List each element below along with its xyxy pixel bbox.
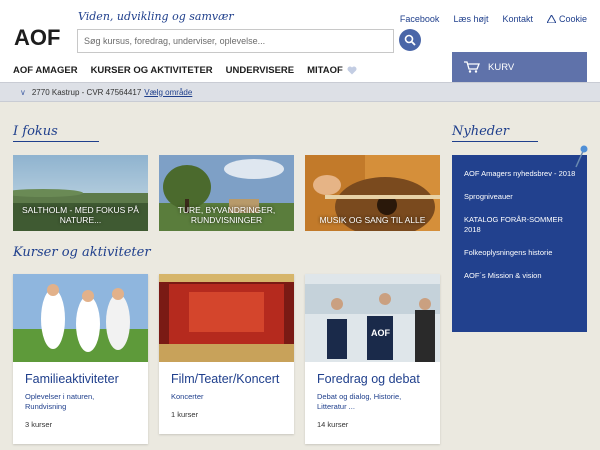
news-underline — [452, 141, 538, 142]
nav-aof-amager[interactable]: AOF AMAGER — [13, 65, 78, 76]
focus-tile-saltholm[interactable]: SALTHOLM - MED FOKUS PÅ NATURE... — [13, 155, 148, 231]
course-card-film-teater-koncert[interactable]: Film/Teater/Koncert Koncerter 1 kurser — [159, 274, 294, 434]
focus-underline — [13, 141, 99, 142]
focus-tile-musik[interactable]: MUSIK OG SANG TIL ALLE — [305, 155, 440, 231]
contact-link[interactable]: Kontakt — [502, 14, 533, 24]
site-header: AOF Viden, udvikling og samvær Facebook … — [0, 0, 600, 82]
search-button[interactable] — [399, 29, 421, 51]
course-card-foredrag-og-debat[interactable]: AOF Foredrag og debat Debat og dialog, H… — [305, 274, 440, 444]
heart-icon — [347, 66, 357, 75]
location-bar: ∨ 2770 Kastrup - CVR 47564417 Vælg områd… — [0, 82, 600, 102]
focus-tile-label: SALTHOLM - MED FOKUS PÅ NATURE... — [22, 205, 139, 225]
choose-area-link[interactable]: Vælg område — [144, 88, 192, 97]
focus-heading: I fokus — [13, 124, 58, 139]
svg-text:AOF: AOF — [14, 26, 60, 48]
focus-tile-label: TURE, BYVANDRINGER, RUNDVISNINGER — [177, 205, 276, 225]
news-item[interactable]: Folkeoplysningens historie — [452, 248, 587, 258]
chevron-down-icon[interactable]: ∨ — [20, 88, 26, 97]
facebook-link[interactable]: Facebook — [400, 14, 440, 24]
card-count: 14 kurser — [317, 420, 349, 429]
nav-undervisere[interactable]: UNDERVISERE — [226, 65, 294, 76]
card-description: Koncerter — [171, 392, 204, 401]
news-item[interactable]: KATALOG FORÅR-SOMMER 2018 — [452, 215, 587, 235]
read-aloud-link[interactable]: Læs højt — [453, 14, 488, 24]
card-title[interactable]: Foredrag og debat — [317, 372, 440, 386]
courses-heading: Kurser og aktiviteter — [13, 245, 151, 260]
cart-button[interactable]: KURV — [452, 52, 587, 82]
nav-kurser-og-aktiviteter[interactable]: KURSER OG AKTIVITETER — [91, 65, 213, 76]
cookie-label: Cookie — [558, 14, 587, 24]
news-item[interactable]: Sprogniveauer — [452, 192, 587, 202]
svg-text:AOF: AOF — [371, 328, 391, 338]
card-description: Debat og dialog, Historie, Litteratur ..… — [317, 392, 402, 411]
news-item[interactable]: AOF´s Mission & vision — [452, 271, 587, 281]
cart-icon — [464, 61, 480, 73]
cookie-link[interactable]: Cookie — [546, 14, 587, 24]
card-count: 3 kurser — [25, 420, 53, 429]
tagline: Viden, udvikling og samvær — [78, 10, 234, 23]
nav-mitaof-label: MITAOF — [307, 65, 343, 76]
card-count: 1 kurser — [171, 410, 199, 419]
pin-icon — [575, 145, 588, 168]
warning-icon — [546, 15, 556, 23]
top-links: Facebook Læs højt Kontakt Cookie — [400, 14, 587, 24]
main-nav: AOF AMAGER KURSER OG AKTIVITETER UNDERVI… — [13, 65, 357, 76]
news-heading: Nyheder — [452, 124, 510, 139]
course-card-familieaktiviteter[interactable]: Familieaktiviteter Oplevelser i naturen,… — [13, 274, 148, 444]
debate-image: AOF — [305, 274, 440, 362]
theater-image — [159, 274, 294, 362]
family-image — [13, 274, 148, 362]
nav-mitaof[interactable]: MITAOF — [307, 65, 357, 76]
location-text: 2770 Kastrup - CVR 47564417 — [31, 87, 142, 97]
search-icon — [404, 34, 416, 46]
focus-tile-ture[interactable]: TURE, BYVANDRINGER, RUNDVISNINGER — [159, 155, 294, 231]
aof-logo[interactable]: AOF — [14, 25, 64, 50]
card-title[interactable]: Familieaktiviteter — [25, 372, 148, 386]
card-description: Oplevelser i naturen, Rundvisning — [25, 392, 95, 411]
news-item[interactable]: AOF Amagers nyhedsbrev - 2018 — [452, 169, 587, 179]
search-input[interactable] — [77, 29, 394, 53]
cart-label: KURV — [488, 61, 515, 73]
news-panel: AOF Amagers nyhedsbrev - 2018 Sprognivea… — [452, 155, 587, 332]
card-title[interactable]: Film/Teater/Koncert — [171, 372, 294, 386]
focus-tile-label: MUSIK OG SANG TIL ALLE — [319, 215, 426, 225]
